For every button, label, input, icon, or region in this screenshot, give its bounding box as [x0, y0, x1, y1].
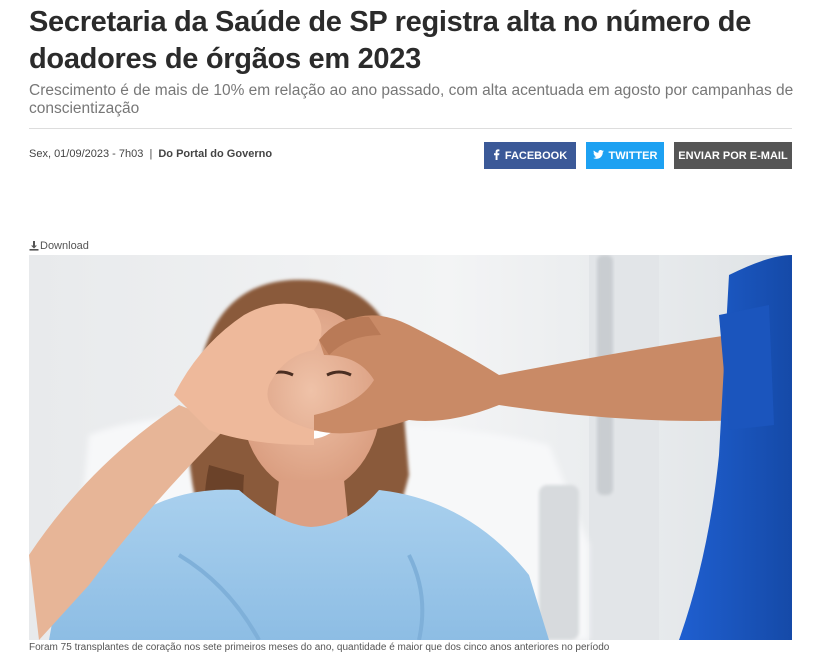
download-icon: [29, 241, 39, 251]
photo-illustration: [29, 255, 792, 640]
article-headline: Secretaria da Saúde de SP registra alta …: [29, 6, 752, 75]
twitter-icon: [592, 149, 604, 162]
meta-separator: |: [149, 148, 153, 160]
share-email-button[interactable]: ENVIAR POR E-MAIL: [674, 142, 792, 169]
article-photo: [29, 255, 792, 640]
share-email-label: ENVIAR POR E-MAIL: [678, 149, 788, 162]
share-twitter-button[interactable]: TWITTER: [586, 142, 664, 169]
divider: [29, 128, 792, 129]
article-source: Do Portal do Governo: [158, 148, 273, 160]
bed-frame: [539, 485, 579, 640]
article-subheadline: Crescimento é de mais de 10% em relação …: [29, 82, 794, 117]
download-link[interactable]: Download: [29, 240, 89, 252]
photo-caption: Foram 75 transplantes de coração nos set…: [29, 642, 610, 653]
article-meta: Sex, 01/09/2023 - 7h03 | Do Portal do Go…: [29, 148, 272, 160]
share-facebook-label: FACEBOOK: [504, 149, 568, 162]
download-label: Download: [40, 240, 89, 252]
share-twitter-label: TWITTER: [608, 149, 658, 162]
facebook-icon: [493, 148, 500, 163]
share-facebook-button[interactable]: FACEBOOK: [484, 142, 576, 169]
publish-date: Sex, 01/09/2023 - 7h03: [29, 148, 144, 160]
